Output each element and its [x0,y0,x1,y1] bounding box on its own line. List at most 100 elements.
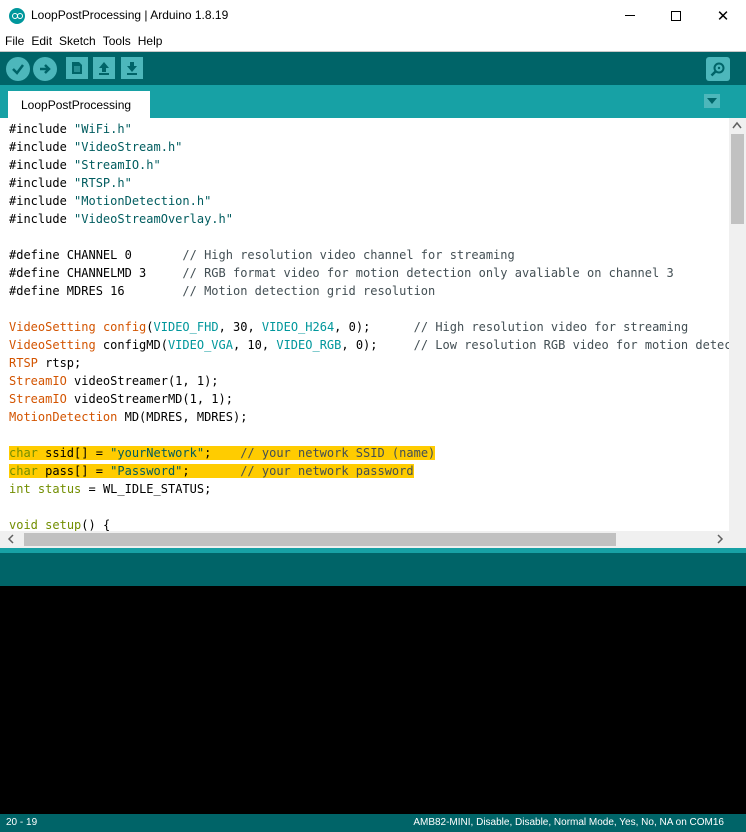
tab-bar: LoopPostProcessing [0,85,746,118]
minimize-icon [625,15,635,16]
scroll-up-icon[interactable] [732,121,742,129]
code-token: () { [81,518,111,531]
code-token: void [9,518,38,531]
check-icon [12,64,24,75]
code-line: char pass[] = "Password"; // your networ… [9,462,414,480]
code-token: char [9,464,38,478]
code-token: pass[] = [37,464,111,478]
code-token: // your network SSID (name) [240,446,436,460]
window-title: LoopPostProcessing | Arduino 1.8.19 [31,8,229,22]
scroll-right-icon[interactable] [716,533,724,545]
code-token: "StreamIO.h" [74,158,161,172]
maximize-button[interactable] [653,0,699,31]
code-token: // Motion detection grid resolution [182,284,436,298]
code-token: #include [9,176,75,190]
code-line: #define MDRES 16 // Motion detection gri… [9,282,435,300]
scroll-left-icon[interactable] [7,533,15,545]
code-line: int status = WL_IDLE_STATUS; [9,480,211,498]
code-token: ; [204,446,241,460]
code-token: "RTSP.h" [74,176,132,190]
vertical-scrollbar[interactable] [729,118,746,531]
maximize-icon [671,10,681,21]
code-token: MD(MDRES, MDRES); [117,410,248,424]
code-token: #include [9,140,75,154]
code-token: config [102,320,147,334]
code-line: #include "RTSP.h" [9,174,132,192]
code-token: // RGB format video for motion detection… [182,266,674,280]
tab-looppostprocessing[interactable]: LoopPostProcessing [8,91,150,118]
save-button[interactable] [121,57,143,79]
open-button[interactable] [93,57,115,79]
code-token: VIDEO_FHD [153,320,219,334]
code-line: void setup() { [9,516,110,531]
arrow-up-icon [99,62,109,75]
code-token: #define CHANNELMD 3 [9,266,183,280]
code-line: StreamIO videoStreamerMD(1, 1); [9,390,233,408]
code-token: StreamIO [9,392,67,406]
code-token: StreamIO [9,374,67,388]
code-line: VideoSetting config(VIDEO_FHD, 30, VIDEO… [9,318,688,336]
arduino-logo-icon [9,8,25,24]
code-token: #include [9,212,75,226]
minimize-button[interactable] [607,0,653,31]
upload-button[interactable] [33,57,57,81]
magnifier-icon [710,62,725,77]
menu-bar: File Edit Sketch Tools Help [0,31,746,51]
code-line: #include "StreamIO.h" [9,156,161,174]
code-line: #include "WiFi.h" [9,120,132,138]
console-output[interactable] [0,586,746,814]
arrow-right-icon [40,64,51,74]
code-editor[interactable]: #include "WiFi.h" #include "VideoStream.h… [0,118,729,531]
code-token: "VideoStream.h" [74,140,183,154]
menu-edit[interactable]: Edit [31,34,52,48]
code-line: #include "MotionDetection.h" [9,192,211,210]
code-token: , 10, [232,338,277,352]
code-token: setup [45,518,82,531]
menu-help[interactable]: Help [138,34,163,48]
code-token: videoStreamerMD(1, 1); [66,392,233,406]
board-info: AMB82-MINI, Disable, Disable, Normal Mod… [413,817,724,828]
code-token: #define MDRES 16 [9,284,183,298]
close-button[interactable]: ✕ [700,0,746,31]
code-token: char [9,446,38,460]
horizontal-scrollbar[interactable] [0,531,746,548]
code-line: VideoSetting configMD(VIDEO_VGA, 10, VID… [9,336,729,354]
code-token: , 0); [334,320,414,334]
code-token: // High resolution video channel for str… [182,248,515,262]
toolbar [0,51,746,85]
code-token: "VideoStreamOverlay.h" [74,212,233,226]
code-token: #include [9,158,75,172]
code-token: VideoSetting [9,320,96,334]
code-token: ssid[] = [37,446,111,460]
new-file-icon [72,62,82,74]
code-token: #include [9,194,75,208]
menu-tools[interactable]: Tools [103,34,131,48]
code-line: #define CHANNELMD 3 // RGB format video … [9,264,674,282]
new-sketch-button[interactable] [66,57,88,79]
code-token: MotionDetection [9,410,118,424]
arrow-down-icon [127,62,137,75]
code-token: status [37,482,82,496]
serial-monitor-button[interactable] [706,57,730,81]
horizontal-scroll-thumb[interactable] [24,533,616,546]
code-line: StreamIO videoStreamer(1, 1); [9,372,219,390]
code-token: "MotionDetection.h" [74,194,212,208]
code-token: rtsp; [37,356,82,370]
menu-sketch[interactable]: Sketch [59,34,96,48]
code-token: // your network password [240,464,414,478]
code-line: RTSP rtsp; [9,354,81,372]
code-token: = WL_IDLE_STATUS; [81,482,212,496]
code-token: "WiFi.h" [74,122,132,136]
tab-menu-chevron-down-icon[interactable] [704,94,720,108]
code-line: char ssid[] = "yourNetwork"; // your net… [9,444,436,462]
code-token: int [9,482,31,496]
vertical-scroll-thumb[interactable] [731,134,744,224]
code-token: videoStreamer(1, 1); [66,374,219,388]
code-line: #include "VideoStreamOverlay.h" [9,210,233,228]
close-icon: ✕ [716,6,730,25]
code-token: // Low resolution RGB video for motion d… [413,338,729,352]
verify-button[interactable] [6,57,30,81]
status-bar: 20 - 19 AMB82-MINI, Disable, Disable, No… [0,814,746,832]
title-bar: LoopPostProcessing | Arduino 1.8.19 ✕ [0,0,746,31]
menu-file[interactable]: File [5,34,24,48]
